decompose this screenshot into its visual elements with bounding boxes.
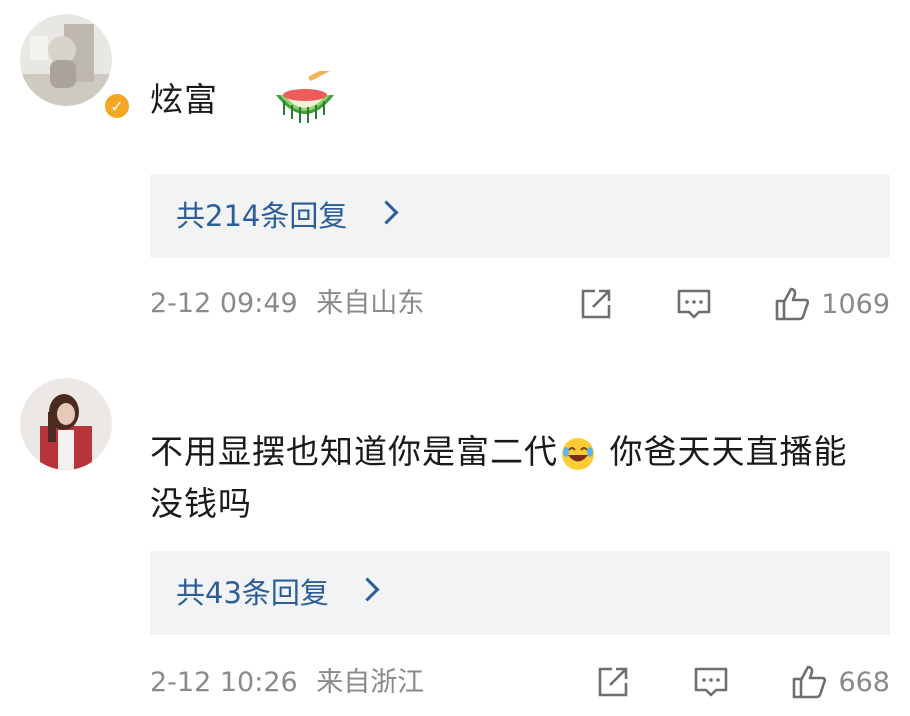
share-icon[interactable] xyxy=(577,285,615,323)
chevron-right-icon xyxy=(355,577,380,602)
location: 来自山东 xyxy=(316,288,425,319)
comment-meta: 2-12 09:49 来自山东 xyxy=(150,286,424,322)
comment-text-body: 炫富 xyxy=(150,80,218,119)
avatar[interactable] xyxy=(20,378,112,470)
chevron-right-icon xyxy=(374,200,399,225)
comment-text: 炫富 xyxy=(150,70,340,127)
comment-text: 不用显摆也知道你是富二代 你爸天天直播能没钱吗 xyxy=(150,426,880,530)
like-icon[interactable] xyxy=(773,285,811,323)
watermelon-emoji-icon xyxy=(275,70,334,123)
location: 来自浙江 xyxy=(316,667,425,698)
comment-actions: 668 xyxy=(594,662,890,702)
replies-box[interactable]: 共214条回复 xyxy=(150,174,890,258)
avatar-container[interactable]: ✓ xyxy=(20,14,132,121)
comment-meta: 2-12 10:26 来自浙江 xyxy=(150,665,424,701)
comment-text-body: 不用显摆也知道你是富二代 xyxy=(150,432,558,471)
comment-icon[interactable] xyxy=(675,285,713,323)
comment-item: ✓ 炫富 共214条回复 2-12 09:49 来自山东 1069 xyxy=(0,0,910,350)
comment-actions: 1069 xyxy=(577,284,890,324)
avatar[interactable] xyxy=(20,14,112,106)
like-count: 1069 xyxy=(821,288,890,320)
comment-icon[interactable] xyxy=(692,663,730,701)
comment-item: 不用显摆也知道你是富二代 你爸天天直播能没钱吗 共43条回复 2-12 10:2… xyxy=(0,368,910,716)
like-icon[interactable] xyxy=(790,663,828,701)
verified-badge-icon: ✓ xyxy=(102,91,132,121)
replies-box[interactable]: 共43条回复 xyxy=(150,551,890,635)
laughing-emoji-icon xyxy=(562,437,594,470)
view-replies-link[interactable]: 共43条回复 xyxy=(176,573,329,613)
share-icon[interactable] xyxy=(594,663,632,701)
timestamp: 2-12 09:49 xyxy=(150,288,298,319)
view-replies-link[interactable]: 共214条回复 xyxy=(176,196,347,236)
like-count: 668 xyxy=(838,666,890,698)
timestamp: 2-12 10:26 xyxy=(150,667,298,698)
